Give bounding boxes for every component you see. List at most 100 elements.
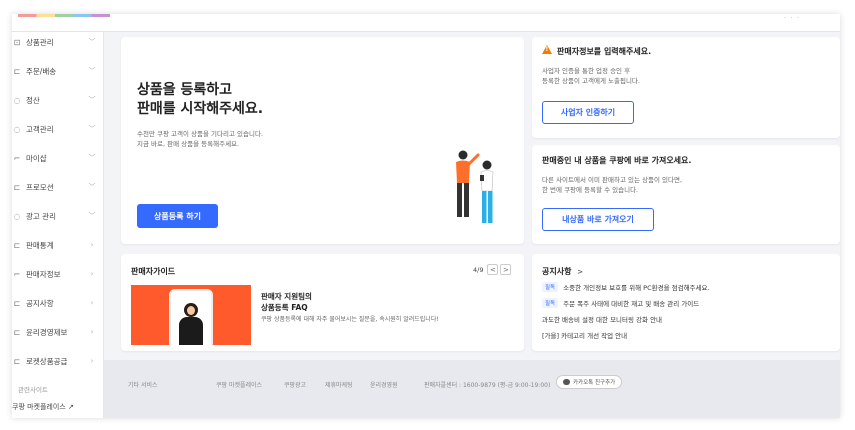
notice-item-text: [가을] 카테고리 개선 작업 안내 [542,332,628,340]
person-icon: ⌐ [13,269,21,279]
sidebar-item-label: 판매자정보 [26,269,61,279]
guide-head-line1: 판매자 지원팀의 [261,292,312,301]
app-window: · · · ⊡ 상품관리 ﹀ ⊏ 주문/배송 ﹀ ◌ 정산 ﹀ ◌ 고객관리 ﹀… [12,14,840,418]
chevron-down-icon: ﹀ [88,38,96,46]
top-bar: · · · [12,14,840,32]
seller-info-desc: 사업자 인증을 통한 업정 승인 후 등록한 상품이 고객에게 노출됩니다. [542,66,640,86]
chevron-right-icon: › [90,299,94,307]
phone-illustration [169,289,213,345]
import-title: 판매중인 내 상품을 쿠팡에 바로 가져오세요. [542,156,692,165]
related-sites-label: 관련사이트 [18,386,48,394]
footer-other-services[interactable]: 기타 서비스 [128,380,158,389]
notice-badge: 필독 [542,282,559,292]
sidebar-item-seller-info[interactable]: ⌐ 판매자정보 › [12,264,104,284]
notice-item[interactable]: 필독 소중한 개인정보 보호를 위해 PC환경을 점검해주세요. [542,282,710,292]
register-product-button[interactable]: 상품등록 하기 [137,204,218,228]
seller-info-title: 판매자정보를 입력해주세요. [557,47,652,56]
sidebar-item-products[interactable]: ⊡ 상품관리 ﹀ [12,32,104,52]
logo[interactable] [18,14,110,17]
notice-icon: ⊏ [13,298,21,308]
sidebar-item-customers[interactable]: ◌ 고객관리 ﹀ [12,119,104,139]
business-verify-button[interactable]: 사업자 인증하기 [542,101,634,124]
notice-item-text: 소중한 개인정보 보호를 위해 PC환경을 점검해주세요. [563,284,710,292]
people-illustration [456,150,494,223]
kakao-label: 카카오톡 친구추가 [573,380,616,386]
box-icon: ⊡ [13,37,21,47]
sidebar-item-rocket[interactable]: ⊏ 로켓상품공급 › [12,351,104,371]
kakao-friend-button[interactable]: 카카오톡 친구추가 [556,375,623,389]
chevron-right-icon: › [90,270,94,278]
tag-icon: ⊏ [13,182,21,192]
footer-marketplace-link[interactable]: 쿠팡 마켓플레이스 [216,380,262,389]
import-desc: 다른 사이트에서 이미 판매하고 있는 상품이 있다면, 한 번에 쿠팡에 등록… [542,175,682,195]
sidebar-item-label: 공지사항 [26,298,54,308]
notice-item[interactable]: 필독 주문 폭주 사태에 대비한 재고 및 배송 관리 가이드 [542,298,699,308]
sidebar-item-label: 정산 [26,95,40,105]
notice-item-text: 주문 폭주 사태에 대비한 재고 및 배송 관리 가이드 [563,300,700,308]
sidebar-item-ethics[interactable]: ⊏ 윤리경영제보 › [12,322,104,342]
sidebar-item-label: 프로모션 [26,182,54,192]
sidebar-item-notice[interactable]: ⊏ 공지사항 › [12,293,104,313]
notice-item[interactable]: 과도한 배송비 설정 대한 모니터링 강화 안내 [542,314,662,324]
hero-card: 상품을 등록하고 판매를 시작해주세요. 수천만 쿠팡 고객이 상품을 기다리고… [121,37,524,244]
notice-item[interactable]: [가을] 카테고리 개선 작업 안내 [542,330,627,340]
chevron-right-icon: › [90,328,94,336]
hero-desc-line2: 지금 바로, 판매 상품을 등록해주세요. [137,140,240,148]
person-face [187,306,195,315]
user-icon: ⌐ [13,153,21,163]
sidebar-item-stats[interactable]: ⊏ 판매통계 › [12,235,104,255]
sidebar-item-label: 고객관리 [26,124,54,134]
doc-icon: ⊏ [13,327,21,337]
seller-info-card: 판매자정보를 입력해주세요. 사업자 인증을 통한 업정 승인 후 등록한 상품… [532,37,840,138]
sidebar-item-orders[interactable]: ⊏ 주문/배송 ﹀ [12,61,104,81]
sidebar-item-ads[interactable]: ◌ 광고 관리 ﹀ [12,206,104,226]
footer-ads-link[interactable]: 쿠팡광고 [284,380,306,389]
chevron-down-icon: ﹀ [88,154,96,162]
notice-title-label: 공지사항 [542,267,572,276]
guide-pager: 4/9 < > [473,264,512,275]
chevron-down-icon: ﹀ [88,212,96,220]
import-products-button[interactable]: 내상품 바로 가져오기 [542,208,654,231]
sidebar-item-label: 로켓상품공급 [26,356,68,366]
hero-title: 상품을 등록하고 판매를 시작해주세요. [137,81,263,119]
warning-icon [542,45,552,54]
chevron-right-icon: › [90,241,94,249]
chevron-down-icon: ﹀ [88,125,96,133]
hero-desc-line1: 수천만 쿠팡 고객이 상품을 기다리고 있습니다. [137,130,264,138]
guide-prev-button[interactable]: < [487,264,499,275]
notice-card: 공지사항 > 필독 소중한 개인정보 보호를 위해 PC환경을 점검해주세요. … [532,254,840,351]
chevron-right-icon: › [90,357,94,365]
sidebar-item-label: 상품관리 [26,37,54,47]
sidebar-item-label: 판매통계 [26,240,54,250]
hero-title-line1: 상품을 등록하고 [137,82,233,98]
sidebar-item-settlement[interactable]: ◌ 정산 ﹀ [12,90,104,110]
seller-info-desc-line1: 사업자 인증을 통한 업정 승인 후 [542,67,631,75]
sidebar-item-promotion[interactable]: ⊏ 프로모션 ﹀ [12,177,104,197]
sidebar-item-label: 광고 관리 [26,211,56,221]
seller-info-desc-line2: 등록한 상품이 고객에게 노출됩니다. [542,77,640,85]
marketplace-link[interactable]: 쿠팡 마켓플레이스 ↗ [12,402,74,412]
notice-item-text: 과도한 배송비 설정 대한 모니터링 강화 안내 [542,316,663,324]
footer-affiliate-link[interactable]: 제휴마케팅 [325,380,353,389]
footer-callcenter: 판매자콜센터 : 1600-9879 (평-금 9:00-19:00) [424,382,551,389]
notice-title[interactable]: 공지사항 > [542,266,583,277]
import-desc-line2: 한 번에 쿠팡에 등록할 수 있습니다. [542,186,639,194]
chevron-down-icon: ﹀ [88,183,96,191]
headset-icon: ◌ [13,124,21,134]
guide-article-desc: 쿠팡 상품등록에 대해 자주 물어보시는 질문을, 속시원히 알려드립니다! [261,316,439,323]
guide-article-title[interactable]: 판매자 지원팀의 상품등록 FAQ [261,291,312,313]
person-body [179,317,203,345]
footer-ethics-link[interactable]: 윤리경영원 [370,380,398,389]
import-products-card: 판매중인 내 상품을 쿠팡에 바로 가져오세요. 다른 사이트에서 이미 판매하… [532,145,840,244]
topbar-menu-icon[interactable]: · · · [784,14,800,22]
guide-thumbnail[interactable] [131,285,251,345]
hero-description: 수천만 쿠팡 고객이 상품을 기다리고 있습니다. 지금 바로, 판매 상품을 … [137,129,263,149]
guide-title: 판매자가이드 [131,267,176,276]
kakao-chat-icon [563,379,570,385]
sidebar-item-label: 마이샵 [26,153,47,163]
chart-icon: ⊏ [13,240,21,250]
sidebar-item-myshop[interactable]: ⌐ 마이샵 ﹀ [12,148,104,168]
chevron-down-icon: ﹀ [88,67,96,75]
coin-icon: ◌ [13,95,21,105]
guide-next-button[interactable]: > [500,264,512,275]
